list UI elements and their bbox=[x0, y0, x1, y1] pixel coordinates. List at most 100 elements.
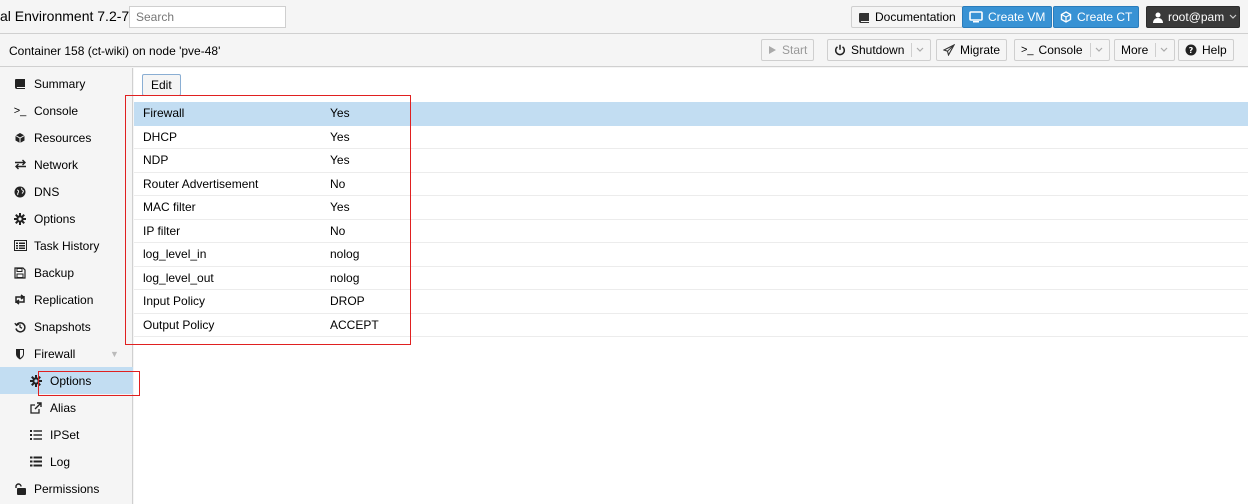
unlock-icon bbox=[12, 482, 28, 495]
sidebar-item-log[interactable]: Log bbox=[0, 448, 133, 475]
gear-icon bbox=[12, 212, 28, 225]
sidebar-item-alias[interactable]: Alias bbox=[0, 394, 133, 421]
sidebar-item-label: IPSet bbox=[50, 427, 80, 442]
history-icon bbox=[12, 321, 28, 333]
sidebar-item-firewall-options[interactable]: Options bbox=[0, 367, 133, 394]
retweet-icon bbox=[12, 294, 28, 305]
table-row[interactable]: MAC filter Yes bbox=[134, 196, 1248, 220]
sidebar-item-label: Task History bbox=[34, 238, 100, 253]
more-label: More bbox=[1121, 43, 1149, 57]
edit-button[interactable]: Edit bbox=[142, 74, 181, 96]
sidebar-item-replication[interactable]: Replication bbox=[0, 286, 133, 313]
option-value: No bbox=[330, 176, 346, 191]
desktop-icon bbox=[969, 11, 983, 23]
sidebar-item-label: Options bbox=[50, 373, 92, 388]
sidebar-item-dns[interactable]: DNS bbox=[0, 178, 133, 205]
gear-icon bbox=[28, 374, 44, 387]
floppy-icon bbox=[12, 266, 28, 279]
create-ct-button[interactable]: Create CT bbox=[1053, 6, 1140, 28]
console-button[interactable]: >_ Console bbox=[1014, 39, 1110, 61]
create-vm-button[interactable]: Create VM bbox=[962, 6, 1053, 28]
svg-text:?: ? bbox=[1189, 46, 1194, 55]
terminal-icon: >_ bbox=[1021, 44, 1034, 56]
sidebar-item-ipset[interactable]: IPSet bbox=[0, 421, 133, 448]
option-key: DHCP bbox=[143, 129, 178, 144]
more-button[interactable]: More bbox=[1114, 39, 1176, 61]
sidebar-item-summary[interactable]: Summary bbox=[0, 70, 133, 97]
cube-icon bbox=[12, 132, 28, 144]
cube-icon bbox=[1060, 11, 1072, 23]
sidebar-item-label: Console bbox=[34, 103, 79, 118]
option-value: Yes bbox=[330, 153, 350, 168]
option-value: DROP bbox=[330, 294, 365, 309]
book-icon bbox=[12, 78, 28, 89]
search-input[interactable] bbox=[129, 6, 286, 28]
migrate-button[interactable]: Migrate bbox=[936, 39, 1008, 61]
sidebar: Summary >_ Console Resources Network DNS… bbox=[0, 68, 133, 504]
exchange-icon bbox=[12, 159, 28, 170]
table-row[interactable]: NDP Yes bbox=[134, 149, 1248, 173]
caret-down-icon[interactable]: ▼ bbox=[110, 349, 119, 359]
chevron-down-icon bbox=[1229, 14, 1237, 20]
migrate-label: Migrate bbox=[960, 43, 1001, 57]
option-key: log_level_out bbox=[143, 270, 214, 285]
sidebar-item-label: Backup bbox=[34, 265, 75, 280]
sidebar-item-snapshots[interactable]: Snapshots bbox=[0, 313, 133, 340]
table-row[interactable]: log_level_in nolog bbox=[134, 243, 1248, 267]
chevron-down-icon[interactable] bbox=[916, 47, 924, 53]
table-row[interactable]: log_level_out nolog bbox=[134, 267, 1248, 290]
start-button[interactable]: Start bbox=[761, 39, 815, 61]
sidebar-item-network[interactable]: Network bbox=[0, 151, 133, 178]
globe-icon bbox=[12, 186, 28, 198]
user-menu-button[interactable]: root@pam bbox=[1146, 6, 1240, 28]
sidebar-item-backup[interactable]: Backup bbox=[0, 259, 133, 286]
sidebar-item-firewall[interactable]: Firewall ▼ bbox=[0, 340, 133, 367]
option-key: Output Policy bbox=[143, 317, 215, 332]
app-title: al Environment 7.2-7 bbox=[0, 8, 130, 24]
list-ol-icon bbox=[28, 429, 44, 441]
table-row[interactable]: DHCP Yes bbox=[134, 126, 1248, 149]
top-bar: al Environment 7.2-7 Documentation Creat… bbox=[0, 0, 1248, 34]
paper-plane-icon bbox=[943, 44, 955, 56]
option-value: nolog bbox=[330, 247, 360, 262]
documentation-button[interactable]: Documentation bbox=[851, 6, 963, 28]
option-value: ACCEPT bbox=[330, 317, 379, 332]
console-label: Console bbox=[1038, 43, 1083, 57]
user-label: root@pam bbox=[1168, 10, 1225, 24]
option-key: MAC filter bbox=[143, 200, 196, 215]
options-grid: Firewall Yes DHCP Yes NDP Yes Router Advert… bbox=[134, 102, 1248, 337]
sidebar-item-label: Network bbox=[34, 157, 79, 172]
play-icon bbox=[768, 45, 777, 55]
shutdown-button[interactable]: Shutdown bbox=[827, 39, 932, 61]
table-row[interactable]: Output Policy ACCEPT bbox=[134, 314, 1248, 337]
table-row[interactable]: Router Advertisement No bbox=[134, 173, 1248, 196]
chevron-down-icon[interactable] bbox=[1095, 47, 1103, 53]
documentation-label: Documentation bbox=[875, 10, 956, 24]
sidebar-item-label: Options bbox=[34, 211, 76, 226]
table-row[interactable]: Firewall Yes bbox=[134, 102, 1248, 126]
sidebar-item-console[interactable]: >_ Console bbox=[0, 97, 133, 124]
sidebar-item-label: Resources bbox=[34, 130, 92, 145]
sidebar-item-resources[interactable]: Resources bbox=[0, 124, 133, 151]
sidebar-item-permissions[interactable]: Permissions bbox=[0, 475, 133, 502]
sidebar-item-options[interactable]: Options bbox=[0, 205, 133, 232]
external-link-icon bbox=[28, 401, 44, 414]
option-key: Input Policy bbox=[143, 294, 206, 309]
firewall-options-panel: Edit Firewall Yes DHCP Yes NDP Yes Router A… bbox=[134, 68, 1248, 504]
sidebar-item-task-history[interactable]: Task History bbox=[0, 232, 133, 259]
user-icon bbox=[1153, 12, 1163, 23]
sidebar-item-label: Snapshots bbox=[34, 319, 91, 334]
list-icon bbox=[28, 456, 44, 467]
help-button[interactable]: ? Help bbox=[1178, 39, 1234, 61]
option-key: IP filter bbox=[143, 223, 181, 238]
sidebar-item-label: Permissions bbox=[34, 481, 100, 496]
table-row[interactable]: IP filter No bbox=[134, 220, 1248, 243]
option-value: nolog bbox=[330, 270, 360, 285]
table-row[interactable]: Input Policy DROP bbox=[134, 290, 1248, 314]
power-off-icon bbox=[834, 44, 846, 56]
sidebar-item-label: Log bbox=[50, 454, 71, 469]
sidebar-item-label: Replication bbox=[34, 292, 94, 307]
option-value: Yes bbox=[330, 129, 350, 144]
option-value: No bbox=[330, 223, 346, 238]
create-ct-label: Create CT bbox=[1077, 10, 1133, 24]
